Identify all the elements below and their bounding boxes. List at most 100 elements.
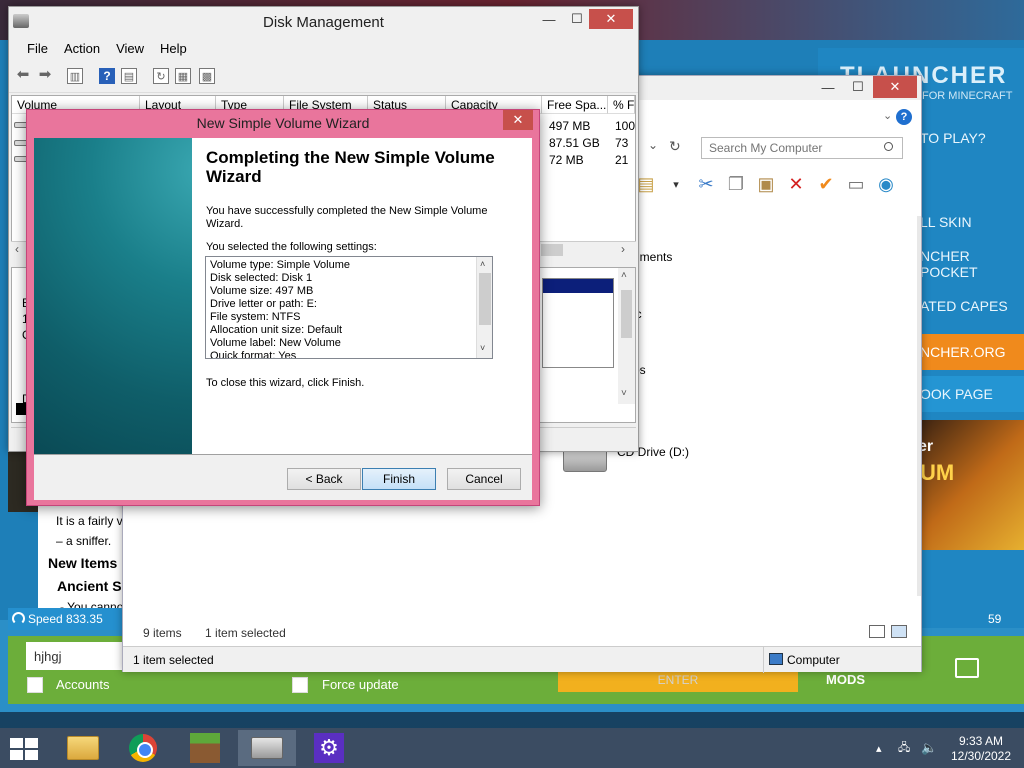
maximize-icon[interactable]: ☐ — [843, 76, 873, 98]
column-header[interactable]: % F — [608, 96, 635, 114]
network-icon[interactable]: 🖧 — [898, 728, 910, 768]
settings-row: Volume size: 497 MB — [210, 285, 314, 297]
help-icon[interactable]: ? — [99, 68, 115, 84]
vertical-scrollbar[interactable]: ˄ ˅ — [618, 268, 635, 404]
launcher-menu-item-site[interactable]: NCHER.ORG — [918, 334, 1024, 370]
launcher-menu-item[interactable]: NCHER POCKET — [918, 246, 1024, 282]
launcher-menu-item[interactable]: TO PLAY? — [918, 120, 1024, 156]
folder-icon — [67, 736, 99, 760]
volume-icon[interactable]: 🔈 — [921, 728, 937, 768]
rescan-icon[interactable]: ▦ — [175, 68, 191, 84]
menu-file[interactable]: File — [19, 41, 56, 56]
cancel-button[interactable]: Cancel — [447, 468, 521, 490]
minimize-icon[interactable]: — — [535, 9, 563, 29]
scroll-down-icon[interactable]: ˅ — [621, 388, 627, 399]
column-header[interactable]: Free Spa... — [542, 96, 608, 114]
free-space-cell: 72 MB — [549, 153, 584, 167]
launcher-menu-item[interactable]: ATED CAPES — [918, 288, 1024, 324]
back-button[interactable]: < Back — [287, 468, 361, 490]
chevron-down-icon[interactable]: ▾ — [663, 172, 689, 196]
settings-row: Quick format: Yes — [210, 350, 297, 359]
accounts-checkbox[interactable] — [27, 677, 43, 693]
show-hidden-icons[interactable]: ▴ — [876, 728, 882, 768]
minecraft-grass-icon — [190, 733, 220, 763]
new-simple-volume-wizard: New Simple Volume Wizard ✕ Completing th… — [26, 109, 540, 506]
rename-icon[interactable]: ▭ — [843, 172, 869, 196]
checkmark-icon[interactable]: ✔ — [813, 172, 839, 196]
statusbar-location: Computer — [787, 653, 840, 667]
copy-icon[interactable]: ❐ — [723, 172, 749, 196]
system-clock[interactable]: 9:33 AM 12/30/2022 — [946, 734, 1016, 764]
refresh-icon[interactable]: ↻ — [153, 68, 169, 84]
minimize-icon[interactable]: — — [813, 76, 843, 98]
taskbar-chrome[interactable] — [114, 730, 172, 766]
article-line: It is a fairly v — [56, 514, 123, 528]
paste-icon[interactable]: ▣ — [753, 172, 779, 196]
folder-icon[interactable] — [955, 658, 979, 678]
explorer-statusbar: 1 item selected Computer — [123, 646, 921, 673]
taskbar-minecraft[interactable] — [176, 730, 234, 766]
taskbar: ⚙ ▴ 🖧 🔈 9:33 AM 12/30/2022 — [0, 728, 1024, 768]
scroll-left-icon[interactable]: ‹ — [15, 242, 19, 256]
chevron-down-icon[interactable]: ⌄ — [883, 109, 892, 122]
scroll-thumb[interactable] — [621, 290, 632, 338]
search-icon[interactable] — [884, 142, 893, 151]
force-update-checkbox[interactable] — [292, 677, 308, 693]
disk-management-titlebar: Disk Management — ☐ ✕ — [9, 7, 638, 37]
scroll-up-icon[interactable]: ˄ — [480, 259, 485, 269]
large-icons-view-icon[interactable] — [891, 625, 907, 638]
taskbar-file-explorer[interactable] — [54, 730, 112, 766]
menu-view[interactable]: View — [108, 41, 152, 56]
launcher-menu-item[interactable]: LL SKIN — [918, 204, 1024, 240]
launcher-brand-sub: FOR MINECRAFT — [922, 90, 1013, 102]
refresh-icon[interactable]: ↻ — [669, 138, 681, 155]
taskbar-settings[interactable]: ⚙ — [300, 730, 358, 766]
scroll-down-icon[interactable]: ˅ — [480, 343, 485, 353]
forward-arrow-icon[interactable]: ➡ — [35, 65, 55, 83]
wizard-close-instructions: To close this wizard, click Finish. — [206, 377, 365, 389]
taskbar-disk-management[interactable] — [238, 730, 296, 766]
windows-start-icon[interactable] — [10, 738, 38, 760]
gear-icon: ⚙ — [314, 733, 344, 763]
scroll-thumb[interactable] — [479, 273, 491, 325]
help-icon[interactable]: ? — [896, 109, 912, 125]
settings-icon[interactable]: ▩ — [199, 68, 215, 84]
back-arrow-icon[interactable]: ⬅ — [13, 65, 33, 83]
statusbar-selected: 1 item selected — [133, 653, 214, 667]
wizard-title: New Simple Volume Wizard — [196, 115, 370, 131]
close-icon[interactable]: ✕ — [873, 76, 917, 98]
finish-button[interactable]: Finish — [362, 468, 436, 490]
wizard-settings-intro: You selected the following settings: — [206, 241, 377, 253]
menu-action[interactable]: Action — [56, 41, 108, 56]
scroll-up-icon[interactable]: ˄ — [621, 270, 627, 281]
show-hide-tree-icon[interactable]: ▥ — [67, 68, 83, 84]
nickname-input[interactable] — [26, 642, 126, 670]
partition-block[interactable] — [542, 278, 614, 368]
scroll-right-icon[interactable]: › — [621, 242, 625, 256]
mods-logo[interactable]: MODS — [826, 672, 865, 687]
close-icon[interactable]: ✕ — [589, 9, 633, 29]
wizard-heading: Completing the New Simple Volume Wizard — [206, 148, 495, 186]
speed-text: Speed 833.35 — [28, 612, 103, 626]
settings-list-scrollbar[interactable]: ˄ ˅ — [476, 257, 492, 358]
delete-icon[interactable]: ✕ — [783, 172, 809, 196]
cut-icon[interactable]: ✂ — [693, 172, 719, 196]
globe-icon[interactable]: ◉ — [873, 172, 899, 196]
launcher-menu-item-social[interactable]: OOK PAGE — [918, 376, 1024, 412]
close-icon[interactable]: ✕ — [503, 110, 533, 130]
percent-free-cell: 21 — [615, 153, 629, 167]
wizard-success-text: You have successfully completed the New … — [206, 205, 488, 230]
scroll-thumb[interactable] — [541, 244, 563, 256]
settings-summary-list[interactable]: Volume type: Simple Volume Disk selected… — [205, 256, 493, 359]
accounts-label: Accounts — [56, 677, 110, 692]
search-input[interactable] — [701, 137, 903, 159]
explorer-scrollbar[interactable] — [917, 216, 921, 596]
properties-icon[interactable]: ▤ — [121, 68, 137, 84]
download-speed-bar: Speed 833.35 — [8, 608, 126, 630]
details-view-icon[interactable] — [869, 625, 885, 638]
launcher-promo-text: UM — [920, 460, 955, 485]
address-dropdown-icon[interactable]: ⌄ — [648, 138, 658, 152]
maximize-icon[interactable]: ☐ — [563, 9, 591, 29]
speed-icon — [12, 612, 25, 625]
menu-help[interactable]: Help — [152, 41, 195, 56]
